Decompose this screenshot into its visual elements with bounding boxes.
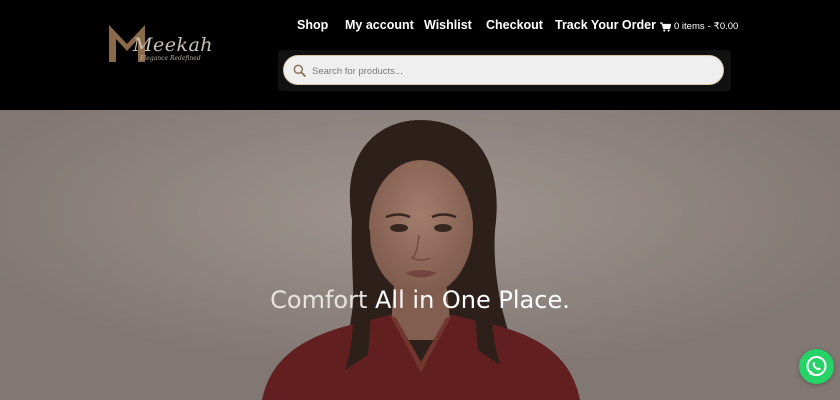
hero-headline: Comfort All in One Place. xyxy=(0,286,840,314)
logo-tagline: Elegance Redefined xyxy=(140,55,201,62)
brand-logo[interactable]: Meekah Elegance Redefined xyxy=(107,22,217,66)
whatsapp-icon xyxy=(806,356,827,376)
site-header: Meekah Elegance Redefined Shop My accoun… xyxy=(0,0,840,110)
cart-separator: - xyxy=(707,21,711,32)
cart-items-count: 0 items xyxy=(674,21,705,32)
hero-model-image xyxy=(0,110,840,400)
hero-headline-light: Comfort xyxy=(270,286,368,314)
search-icon[interactable] xyxy=(293,64,306,77)
cart-total: ₹0.00 xyxy=(713,21,739,32)
search-container xyxy=(278,50,731,91)
search-input[interactable] xyxy=(310,56,714,86)
hero-headline-bold: All in One Place. xyxy=(375,286,570,314)
nav-shop[interactable]: Shop xyxy=(297,18,328,32)
search-bar[interactable] xyxy=(283,55,724,86)
cart-summary[interactable]: 0 items - ₹0.00 xyxy=(660,21,738,32)
nav-my-account[interactable]: My account xyxy=(345,18,414,32)
logo-wordmark: Meekah xyxy=(133,34,214,56)
nav-track-order[interactable]: Track Your Order xyxy=(555,18,656,32)
nav-wishlist[interactable]: Wishlist xyxy=(424,18,472,32)
cart-icon xyxy=(660,21,671,32)
whatsapp-chat-button[interactable] xyxy=(799,349,834,384)
hero-banner: Comfort All in One Place. xyxy=(0,110,840,400)
nav-checkout[interactable]: Checkout xyxy=(486,18,543,32)
